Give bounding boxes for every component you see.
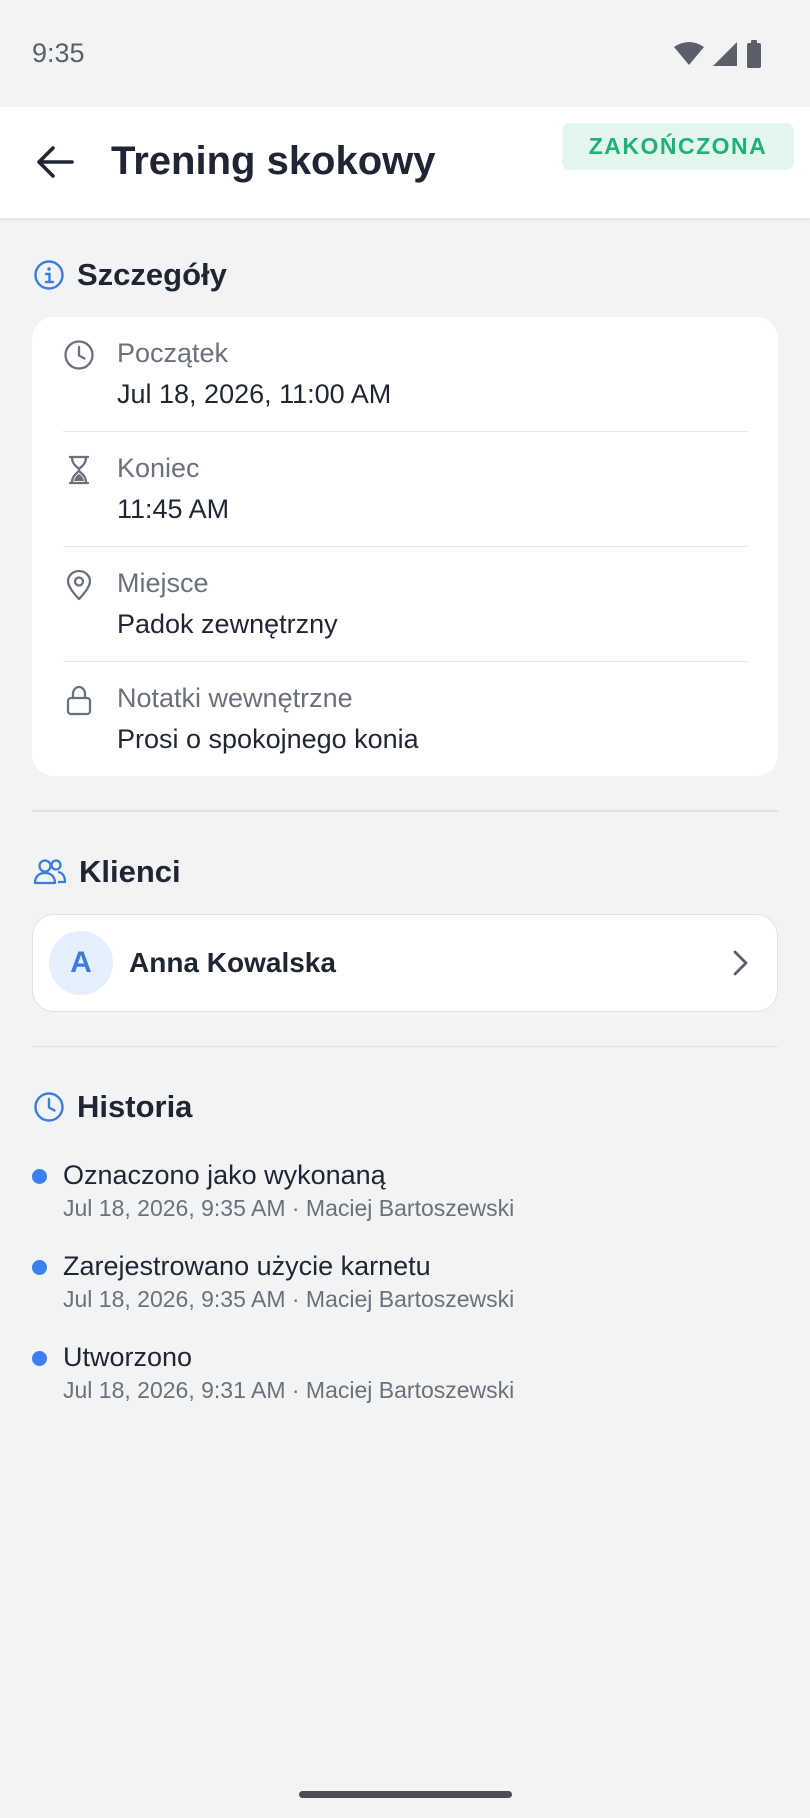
history-item-title: Oznaczono jako wykonaną bbox=[63, 1160, 386, 1190]
history-item: Utworzono Jul 18, 2026, 9:31 AM · Maciej… bbox=[32, 1341, 810, 1432]
detail-row-start: Początek Jul 18, 2026, 11:00 AM bbox=[63, 317, 747, 432]
details-title: Szczegóły bbox=[77, 257, 227, 292]
detail-row-location: Miejsce Padok zewnętrzny bbox=[63, 547, 747, 662]
history-list: Oznaczono jako wykonaną Jul 18, 2026, 9:… bbox=[0, 1159, 810, 1432]
wifi-icon bbox=[674, 41, 704, 65]
detail-row-notes: Notatki wewnętrzne Prosi o spokojnego ko… bbox=[63, 662, 747, 776]
history-item-meta: Jul 18, 2026, 9:31 AM · Maciej Bartoszew… bbox=[63, 1377, 515, 1403]
status-bar: 9:35 bbox=[0, 0, 810, 107]
info-icon bbox=[34, 260, 64, 290]
history-title: Historia bbox=[77, 1089, 193, 1124]
client-card[interactable]: A Anna Kowalska bbox=[32, 913, 778, 1012]
details-section-header: Szczegóły bbox=[0, 255, 810, 295]
detail-value: Padok zewnętrzny bbox=[117, 609, 338, 639]
detail-value: 11:45 AM bbox=[117, 494, 230, 524]
status-badge: ZAKOŃCZONA bbox=[562, 123, 794, 170]
location-pin-icon bbox=[66, 569, 92, 601]
history-section-header: Historia bbox=[0, 1087, 810, 1127]
back-button[interactable] bbox=[34, 141, 76, 183]
detail-value: Jul 18, 2026, 11:00 AM bbox=[117, 379, 392, 409]
history-dot bbox=[32, 1260, 47, 1275]
clients-title: Klienci bbox=[79, 853, 181, 889]
battery-icon bbox=[747, 39, 761, 68]
section-divider bbox=[32, 810, 778, 812]
status-icons bbox=[674, 39, 762, 68]
detail-label: Koniec bbox=[117, 453, 200, 483]
clock-icon bbox=[64, 340, 94, 370]
page-title: Trening skokowy bbox=[111, 139, 436, 183]
users-icon bbox=[33, 858, 67, 884]
avatar: A bbox=[49, 930, 113, 995]
hourglass-icon bbox=[68, 455, 90, 485]
arrow-left-icon bbox=[37, 146, 74, 178]
history-item-meta: Jul 18, 2026, 9:35 AM · Maciej Bartoszew… bbox=[63, 1286, 515, 1312]
clients-section-header: Klienci bbox=[0, 852, 810, 892]
detail-label: Początek bbox=[117, 338, 229, 368]
history-item: Oznaczono jako wykonaną Jul 18, 2026, 9:… bbox=[32, 1159, 810, 1250]
history-item-meta: Jul 18, 2026, 9:35 AM · Maciej Bartoszew… bbox=[63, 1195, 515, 1221]
section-divider bbox=[32, 1045, 778, 1047]
detail-value: Prosi o spokojnego konia bbox=[117, 724, 419, 754]
signal-icon bbox=[713, 41, 737, 66]
history-item-title: Zarejestrowano użycie karnetu bbox=[63, 1251, 431, 1281]
chevron-right-icon bbox=[733, 950, 748, 975]
lock-icon bbox=[66, 685, 92, 716]
history-item-title: Utworzono bbox=[63, 1342, 193, 1372]
details-card: Początek Jul 18, 2026, 11:00 AM Koniec 1… bbox=[32, 317, 778, 776]
detail-row-end: Koniec 11:45 AM bbox=[63, 432, 747, 547]
client-name: Anna Kowalska bbox=[129, 946, 336, 978]
app-bar: Trening skokowy ZAKOŃCZONA bbox=[0, 107, 810, 219]
history-clock-icon bbox=[34, 1092, 64, 1122]
status-time: 9:35 bbox=[32, 38, 85, 68]
history-item: Zarejestrowano użycie karnetu Jul 18, 20… bbox=[32, 1250, 810, 1341]
home-indicator[interactable] bbox=[299, 1791, 512, 1798]
detail-label: Notatki wewnętrzne bbox=[117, 683, 353, 713]
detail-label: Miejsce bbox=[117, 568, 209, 598]
history-dot bbox=[32, 1351, 47, 1366]
history-dot bbox=[32, 1169, 47, 1184]
